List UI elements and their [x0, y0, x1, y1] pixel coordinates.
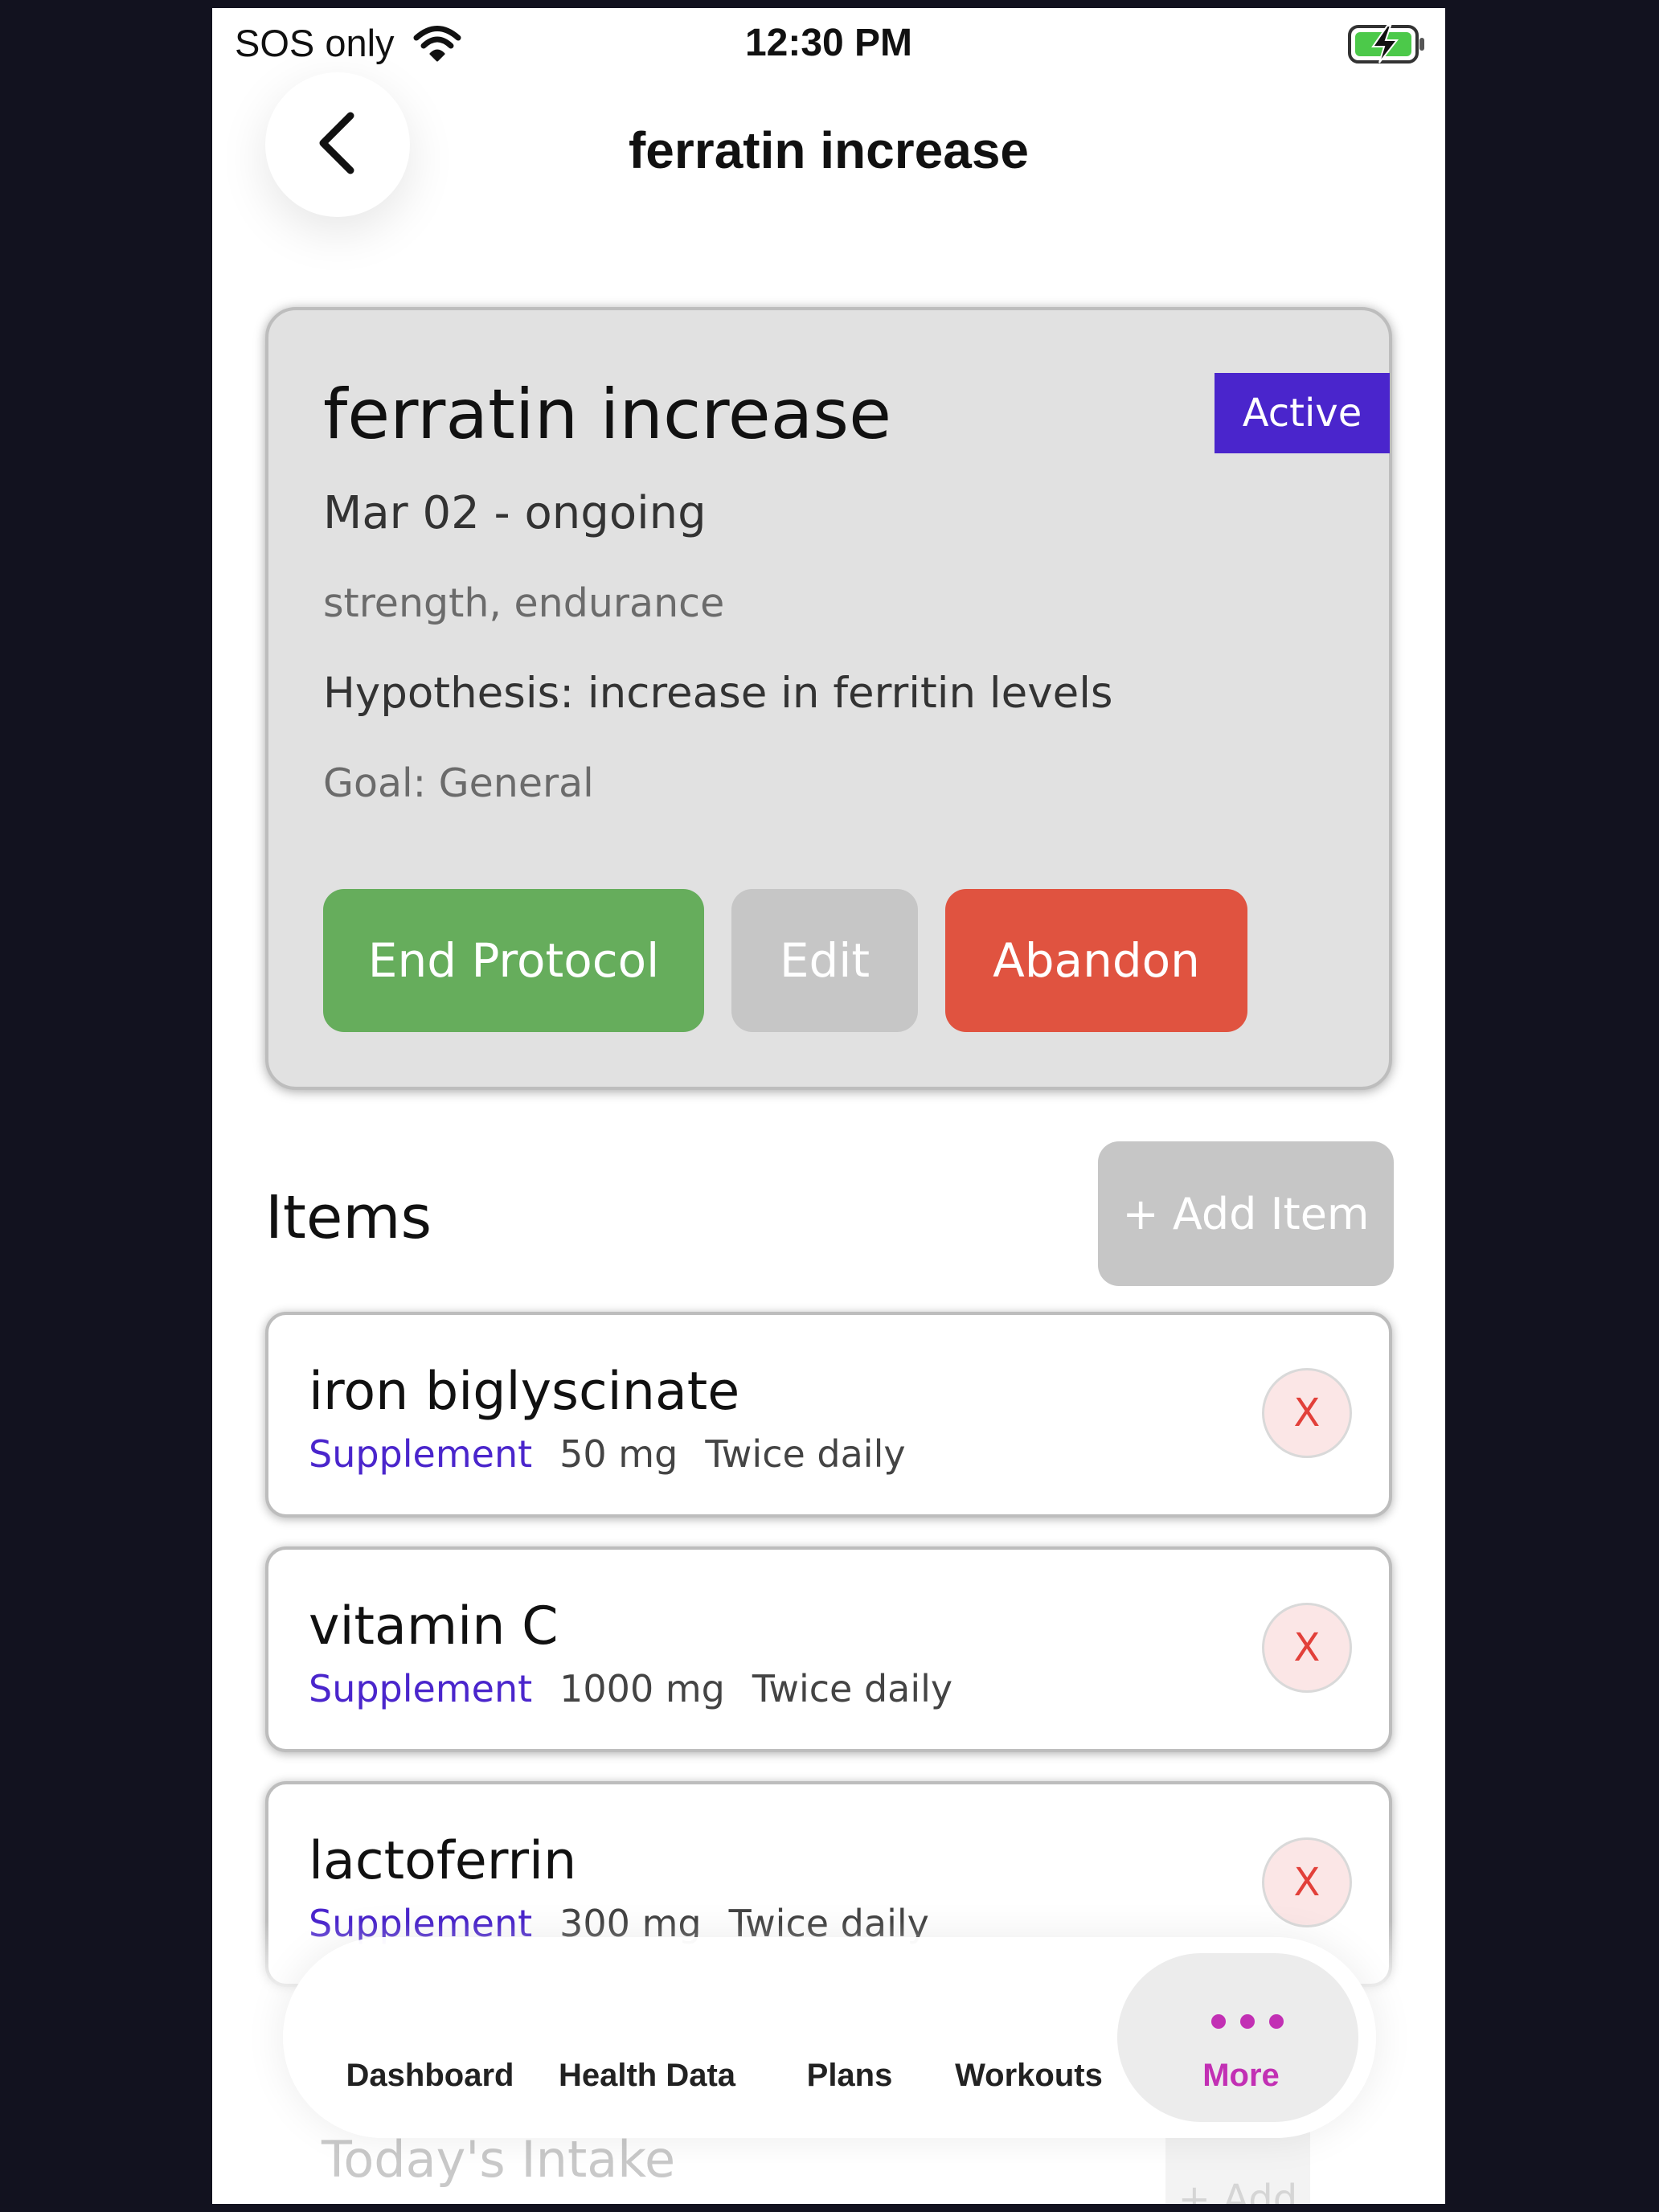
- item-name: iron biglyscinate: [309, 1362, 740, 1422]
- tab-health-data[interactable]: Health Data: [547, 2058, 748, 2094]
- item-name: lactoferrin: [309, 1831, 577, 1891]
- item-meta: Supplement 1000 mg Twice daily: [309, 1667, 952, 1710]
- protocol-goal: Goal: General: [323, 760, 594, 806]
- protocol-dates: Mar 02 - ongoing: [323, 487, 707, 539]
- today-intake-heading: Today's Intake: [322, 2130, 676, 2189]
- tab-plans[interactable]: Plans: [789, 2058, 910, 2094]
- item-meta: Supplement 50 mg Twice daily: [309, 1432, 906, 1476]
- protocol-title: ferratin increase: [323, 375, 892, 455]
- item-type: Supplement: [309, 1432, 533, 1476]
- add-item-button[interactable]: + Add Item: [1098, 1141, 1394, 1286]
- protocol-tags: strength, endurance: [323, 580, 725, 626]
- active-tab-highlight: [1117, 1953, 1358, 2122]
- edit-button[interactable]: Edit: [731, 889, 918, 1032]
- item-dose: 50 mg: [559, 1432, 678, 1476]
- remove-item-button[interactable]: X: [1262, 1837, 1352, 1927]
- item-type: Supplement: [309, 1667, 533, 1710]
- tab-dashboard[interactable]: Dashboard: [334, 2058, 526, 2094]
- protocol-hypothesis: Hypothesis: increase in ferritin levels: [323, 669, 1113, 718]
- page-title: ferratin increase: [628, 121, 1030, 179]
- more-dots-icon: [1207, 2009, 1288, 2037]
- remove-item-button[interactable]: X: [1262, 1603, 1352, 1693]
- remove-item-button[interactable]: X: [1262, 1368, 1352, 1458]
- tab-workouts[interactable]: Workouts: [940, 2058, 1117, 2094]
- tab-more[interactable]: More: [1153, 2058, 1329, 2094]
- protocol-card: ferratin increase Active Mar 02 - ongoin…: [265, 307, 1392, 1090]
- app-screen: SOS only 12:30 PM ferratin increase ferr…: [212, 8, 1445, 2204]
- status-bar: SOS only 12:30 PM: [212, 8, 1445, 80]
- tab-bar: Dashboard Health Data Plans Workouts Mor…: [283, 1937, 1376, 2138]
- list-item: iron biglyscinate Supplement 50 mg Twice d…: [265, 1312, 1392, 1518]
- item-frequency: Twice daily: [752, 1667, 953, 1710]
- item-name: vitamin C: [309, 1596, 559, 1657]
- item-dose: 1000 mg: [559, 1667, 725, 1710]
- status-badge: Active: [1215, 373, 1390, 453]
- battery-charging-icon: [1347, 23, 1428, 69]
- list-item: vitamin C Supplement 1000 mg Twice daily X: [265, 1546, 1392, 1752]
- status-time: 12:30 PM: [744, 22, 913, 64]
- end-protocol-button[interactable]: End Protocol: [323, 889, 704, 1032]
- item-frequency: Twice daily: [705, 1432, 906, 1476]
- items-heading: Items: [265, 1183, 432, 1252]
- abandon-button[interactable]: Abandon: [945, 889, 1247, 1032]
